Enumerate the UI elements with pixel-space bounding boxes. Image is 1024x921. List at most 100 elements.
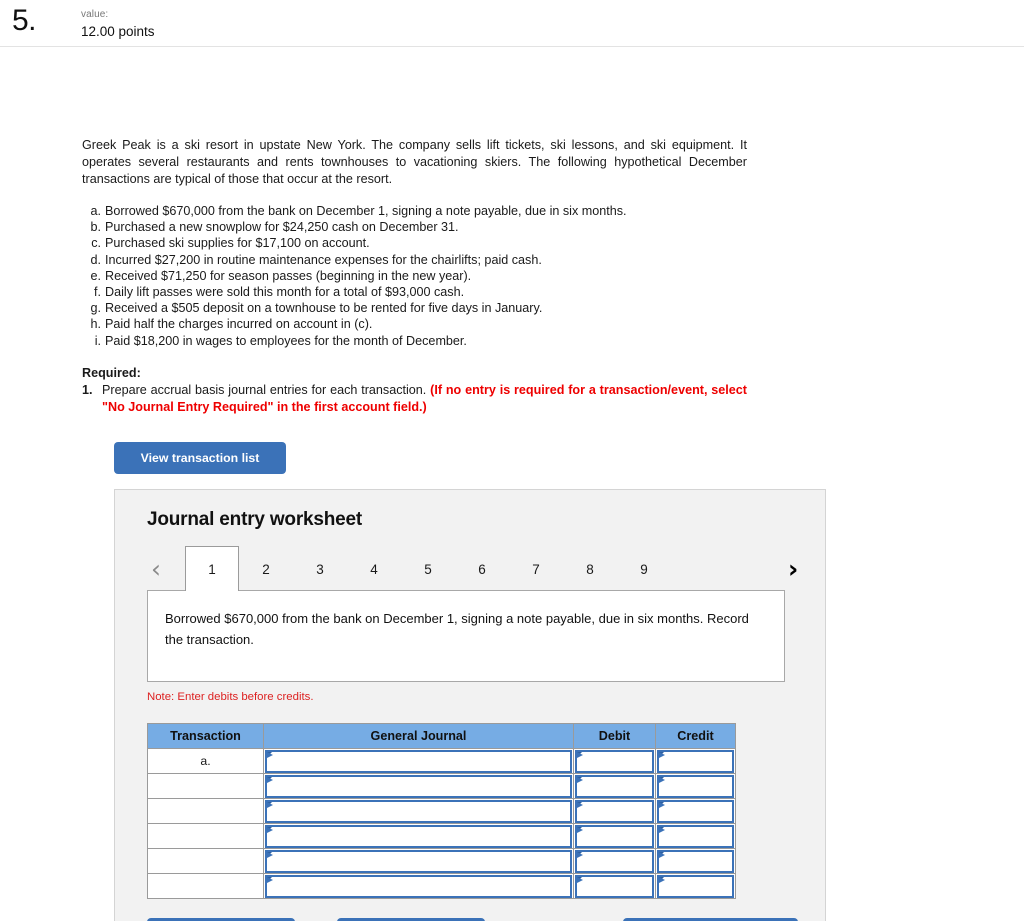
- credit-input[interactable]: [657, 799, 734, 823]
- transaction-text: Borrowed $670,000 from the bank on Decem…: [105, 204, 627, 218]
- table-row: [147, 873, 736, 899]
- transaction-letter: d.: [90, 252, 101, 267]
- row-transaction-label: [147, 798, 264, 824]
- required-number: 1.: [82, 383, 93, 397]
- row-transaction-label: a.: [147, 748, 264, 774]
- credit-input[interactable]: [657, 824, 734, 848]
- row-credit-cell: [655, 848, 736, 874]
- tab-1[interactable]: 1: [185, 546, 239, 591]
- credit-input[interactable]: [657, 749, 734, 773]
- transaction-letter: a.: [90, 204, 101, 218]
- required-text-block: Prepare accrual basis journal entries fo…: [102, 382, 747, 416]
- row-debit-cell: [573, 748, 656, 774]
- row-general-journal-cell: [263, 748, 574, 774]
- transaction-item: i. Paid $18,200 in wages to employees fo…: [88, 333, 728, 349]
- transaction-letter: e.: [90, 268, 101, 283]
- tab-4[interactable]: 4: [347, 546, 401, 591]
- debit-input[interactable]: [575, 849, 654, 873]
- transaction-letter: b.: [90, 220, 101, 235]
- table-header-row: Transaction General Journal Debit Credit: [147, 723, 736, 749]
- row-credit-cell: [655, 773, 736, 799]
- row-general-journal-cell: [263, 848, 574, 874]
- transaction-text: Daily lift passes were sold this month f…: [105, 285, 465, 300]
- general-journal-input[interactable]: [265, 774, 572, 798]
- column-header-general-journal: General Journal: [263, 723, 574, 749]
- transaction-letter: h.: [90, 317, 101, 332]
- transaction-item: b. Purchased a new snowplow for $24,250 …: [88, 219, 728, 235]
- debits-before-credits-note: Note: Enter debits before credits.: [147, 691, 314, 703]
- credit-input[interactable]: [657, 849, 734, 873]
- journal-table-body: a.: [147, 748, 736, 899]
- transaction-letter: g.: [90, 301, 101, 316]
- transaction-letter: f.: [94, 285, 101, 300]
- tab-8[interactable]: 8: [563, 546, 617, 591]
- view-transaction-list-button[interactable]: View transaction list: [114, 442, 286, 474]
- transaction-text: Paid $18,200 in wages to employees for t…: [105, 333, 467, 348]
- required-item: 1. Prepare accrual basis journal entries…: [82, 382, 747, 416]
- chevron-left-icon[interactable]: ‹: [151, 556, 161, 581]
- debit-input[interactable]: [575, 749, 654, 773]
- tab-6[interactable]: 6: [455, 546, 509, 591]
- transaction-description-text: Borrowed $670,000 from the bank on Decem…: [165, 611, 749, 647]
- tab-9[interactable]: 9: [617, 546, 671, 591]
- worksheet-title: Journal entry worksheet: [147, 509, 363, 530]
- row-general-journal-cell: [263, 823, 574, 849]
- transaction-item: h. Paid half the charges incurred on acc…: [88, 316, 728, 332]
- credit-input[interactable]: [657, 774, 734, 798]
- transaction-text: Received $71,250 for season passes (begi…: [105, 268, 472, 283]
- row-general-journal-cell: [263, 873, 574, 899]
- transaction-text: Paid half the charges incurred on accoun…: [105, 317, 373, 332]
- tab-5[interactable]: 5: [401, 546, 455, 591]
- general-journal-input[interactable]: [265, 849, 572, 873]
- row-general-journal-cell: [263, 798, 574, 824]
- value-label: value:: [81, 9, 109, 20]
- row-credit-cell: [655, 748, 736, 774]
- points-value: 12.00 points: [81, 24, 155, 39]
- transaction-item: g. Received a $505 deposit on a townhous…: [88, 300, 728, 316]
- transaction-text: Received a $505 deposit on a townhouse t…: [105, 301, 543, 316]
- debit-input[interactable]: [575, 799, 654, 823]
- row-general-journal-cell: [263, 773, 574, 799]
- row-transaction-label: [147, 773, 264, 799]
- journal-entry-table: Transaction General Journal Debit Credit…: [147, 723, 736, 899]
- table-row: [147, 798, 736, 824]
- general-journal-input[interactable]: [265, 824, 572, 848]
- chevron-right-icon[interactable]: ›: [788, 556, 798, 581]
- tab-3[interactable]: 3: [293, 546, 347, 591]
- transaction-text: Purchased ski supplies for $17,100 on ac…: [105, 236, 370, 251]
- table-row: [147, 848, 736, 874]
- transaction-text: Purchased a new snowplow for $24,250 cas…: [105, 220, 459, 235]
- row-debit-cell: [573, 848, 656, 874]
- transaction-item: e. Received $71,250 for season passes (b…: [88, 268, 728, 284]
- worksheet-tabs: 1 2 3 4 5 6 7 8 9: [185, 546, 671, 591]
- tab-2[interactable]: 2: [239, 546, 293, 591]
- general-journal-input[interactable]: [265, 799, 572, 823]
- table-row: [147, 773, 736, 799]
- question-number: 5.: [12, 4, 37, 37]
- general-journal-input[interactable]: [265, 749, 572, 773]
- debit-input[interactable]: [575, 774, 654, 798]
- transaction-item: a. Borrowed $670,000 from the bank on De…: [88, 203, 728, 219]
- transaction-letter: c.: [91, 236, 101, 251]
- column-header-transaction: Transaction: [147, 723, 264, 749]
- debit-input[interactable]: [575, 874, 654, 898]
- tab-7[interactable]: 7: [509, 546, 563, 591]
- transaction-description-box: Borrowed $670,000 from the bank on Decem…: [147, 590, 785, 682]
- journal-entry-worksheet-panel: Journal entry worksheet ‹ 1 2 3 4 5 6 7 …: [114, 489, 826, 921]
- row-transaction-label: [147, 848, 264, 874]
- row-credit-cell: [655, 823, 736, 849]
- transaction-item: d. Incurred $27,200 in routine maintenan…: [88, 252, 728, 268]
- problem-intro: Greek Peak is a ski resort in upstate Ne…: [82, 138, 747, 186]
- table-row: a.: [147, 748, 736, 774]
- table-row: [147, 823, 736, 849]
- general-journal-input[interactable]: [265, 874, 572, 898]
- transaction-item: f. Daily lift passes were sold this mont…: [88, 284, 728, 300]
- required-instruction: Prepare accrual basis journal entries fo…: [102, 383, 427, 397]
- row-credit-cell: [655, 798, 736, 824]
- row-debit-cell: [573, 873, 656, 899]
- row-credit-cell: [655, 873, 736, 899]
- debit-input[interactable]: [575, 824, 654, 848]
- transaction-item: c. Purchased ski supplies for $17,100 on…: [88, 235, 728, 251]
- credit-input[interactable]: [657, 874, 734, 898]
- transaction-text: Incurred $27,200 in routine maintenance …: [105, 252, 542, 267]
